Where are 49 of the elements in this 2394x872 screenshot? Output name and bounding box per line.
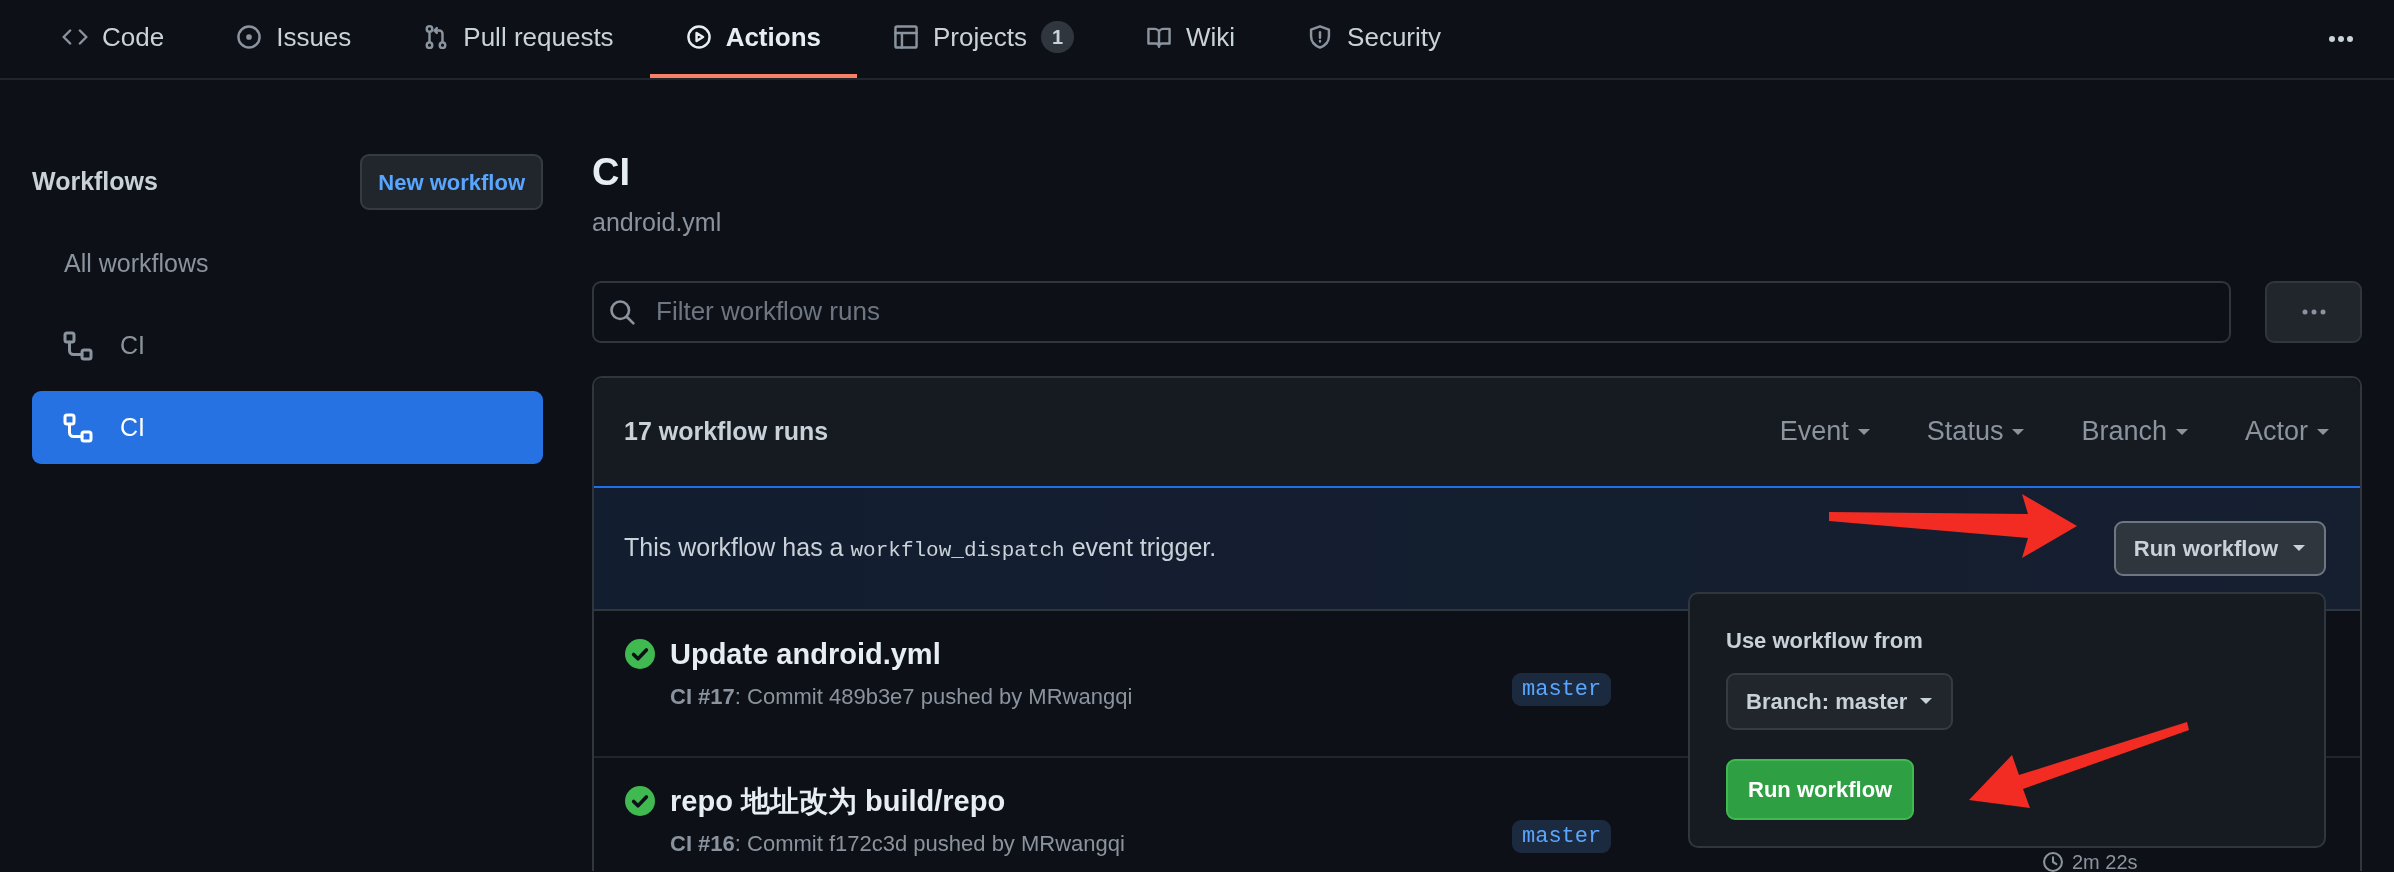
branch-tag[interactable]: master (1512, 672, 1612, 706)
success-icon (624, 785, 656, 818)
sidebar-item[interactable]: CI (32, 391, 543, 464)
nav-tab[interactable]: Projects 1 (856, 0, 1110, 78)
play-icon (685, 24, 712, 50)
trigger-notice: This workflow has a workflow_dispatch event trigger. (624, 532, 1217, 565)
run-workflow-button[interactable]: Run workflow (2113, 520, 2326, 576)
sidebar-item[interactable]: CI (32, 309, 543, 382)
caret-icon (2011, 427, 2026, 436)
caret-icon (2316, 427, 2330, 436)
run-details: CI #17: Commit 489b3e7 pushed by MRwangqi (669, 683, 1134, 711)
issue-icon (236, 24, 263, 50)
page-title: CI (592, 150, 631, 195)
search-icon (608, 297, 636, 326)
run-title[interactable]: Update android.yml (670, 632, 941, 676)
run-duration: 2m 22s (2072, 851, 2138, 872)
success-icon (624, 638, 656, 671)
filter-dropdown[interactable]: Actor (2244, 411, 2330, 452)
run-details: CI #16: Commit f172c3d pushed by MRwangqi (669, 830, 1126, 858)
counter-badge: 1 (1040, 21, 1074, 53)
nav-tab[interactable]: Wiki (1110, 0, 1272, 78)
nav-tab[interactable]: Issues (200, 0, 388, 78)
branch-button[interactable]: Branch: master (1726, 672, 1954, 730)
filter-field[interactable]: Filter workflow runs (592, 280, 2231, 343)
workflow-icon (62, 329, 94, 362)
table-icon (892, 24, 919, 50)
filter-dropdown[interactable]: Event (1779, 411, 1871, 452)
caret-icon (1856, 427, 1871, 436)
nav-tab[interactable]: Actions (649, 0, 857, 78)
caret-icon (2292, 544, 2306, 552)
branch-tag[interactable]: master (1512, 819, 1612, 853)
more-icon (2300, 308, 2327, 315)
workflow-icon (62, 411, 94, 444)
nav-tab[interactable]: Code (26, 0, 201, 78)
sidebar-title: Workflows (32, 166, 158, 198)
filter-dropdown[interactable]: Status (1926, 411, 2026, 452)
caret-icon (2174, 427, 2189, 436)
runs-count: 17 workflow runs (624, 415, 829, 447)
more-icon[interactable] (2328, 35, 2354, 43)
sidebar-item[interactable]: All workflows (32, 227, 543, 300)
new-workflow-button[interactable]: New workflow (360, 154, 543, 210)
run-title[interactable]: repo 地址改为 build/repo (670, 779, 1006, 823)
filter-dropdown[interactable]: Branch (2081, 411, 2189, 452)
nav-tab[interactable]: Pull requests (387, 0, 650, 78)
popover-heading: Use workflow from (1726, 626, 1924, 655)
nav-tab[interactable]: Security (1271, 0, 1478, 78)
clock-icon (2042, 850, 2064, 872)
workflow-file: android.yml (592, 207, 723, 238)
caret-icon (1919, 697, 1934, 705)
